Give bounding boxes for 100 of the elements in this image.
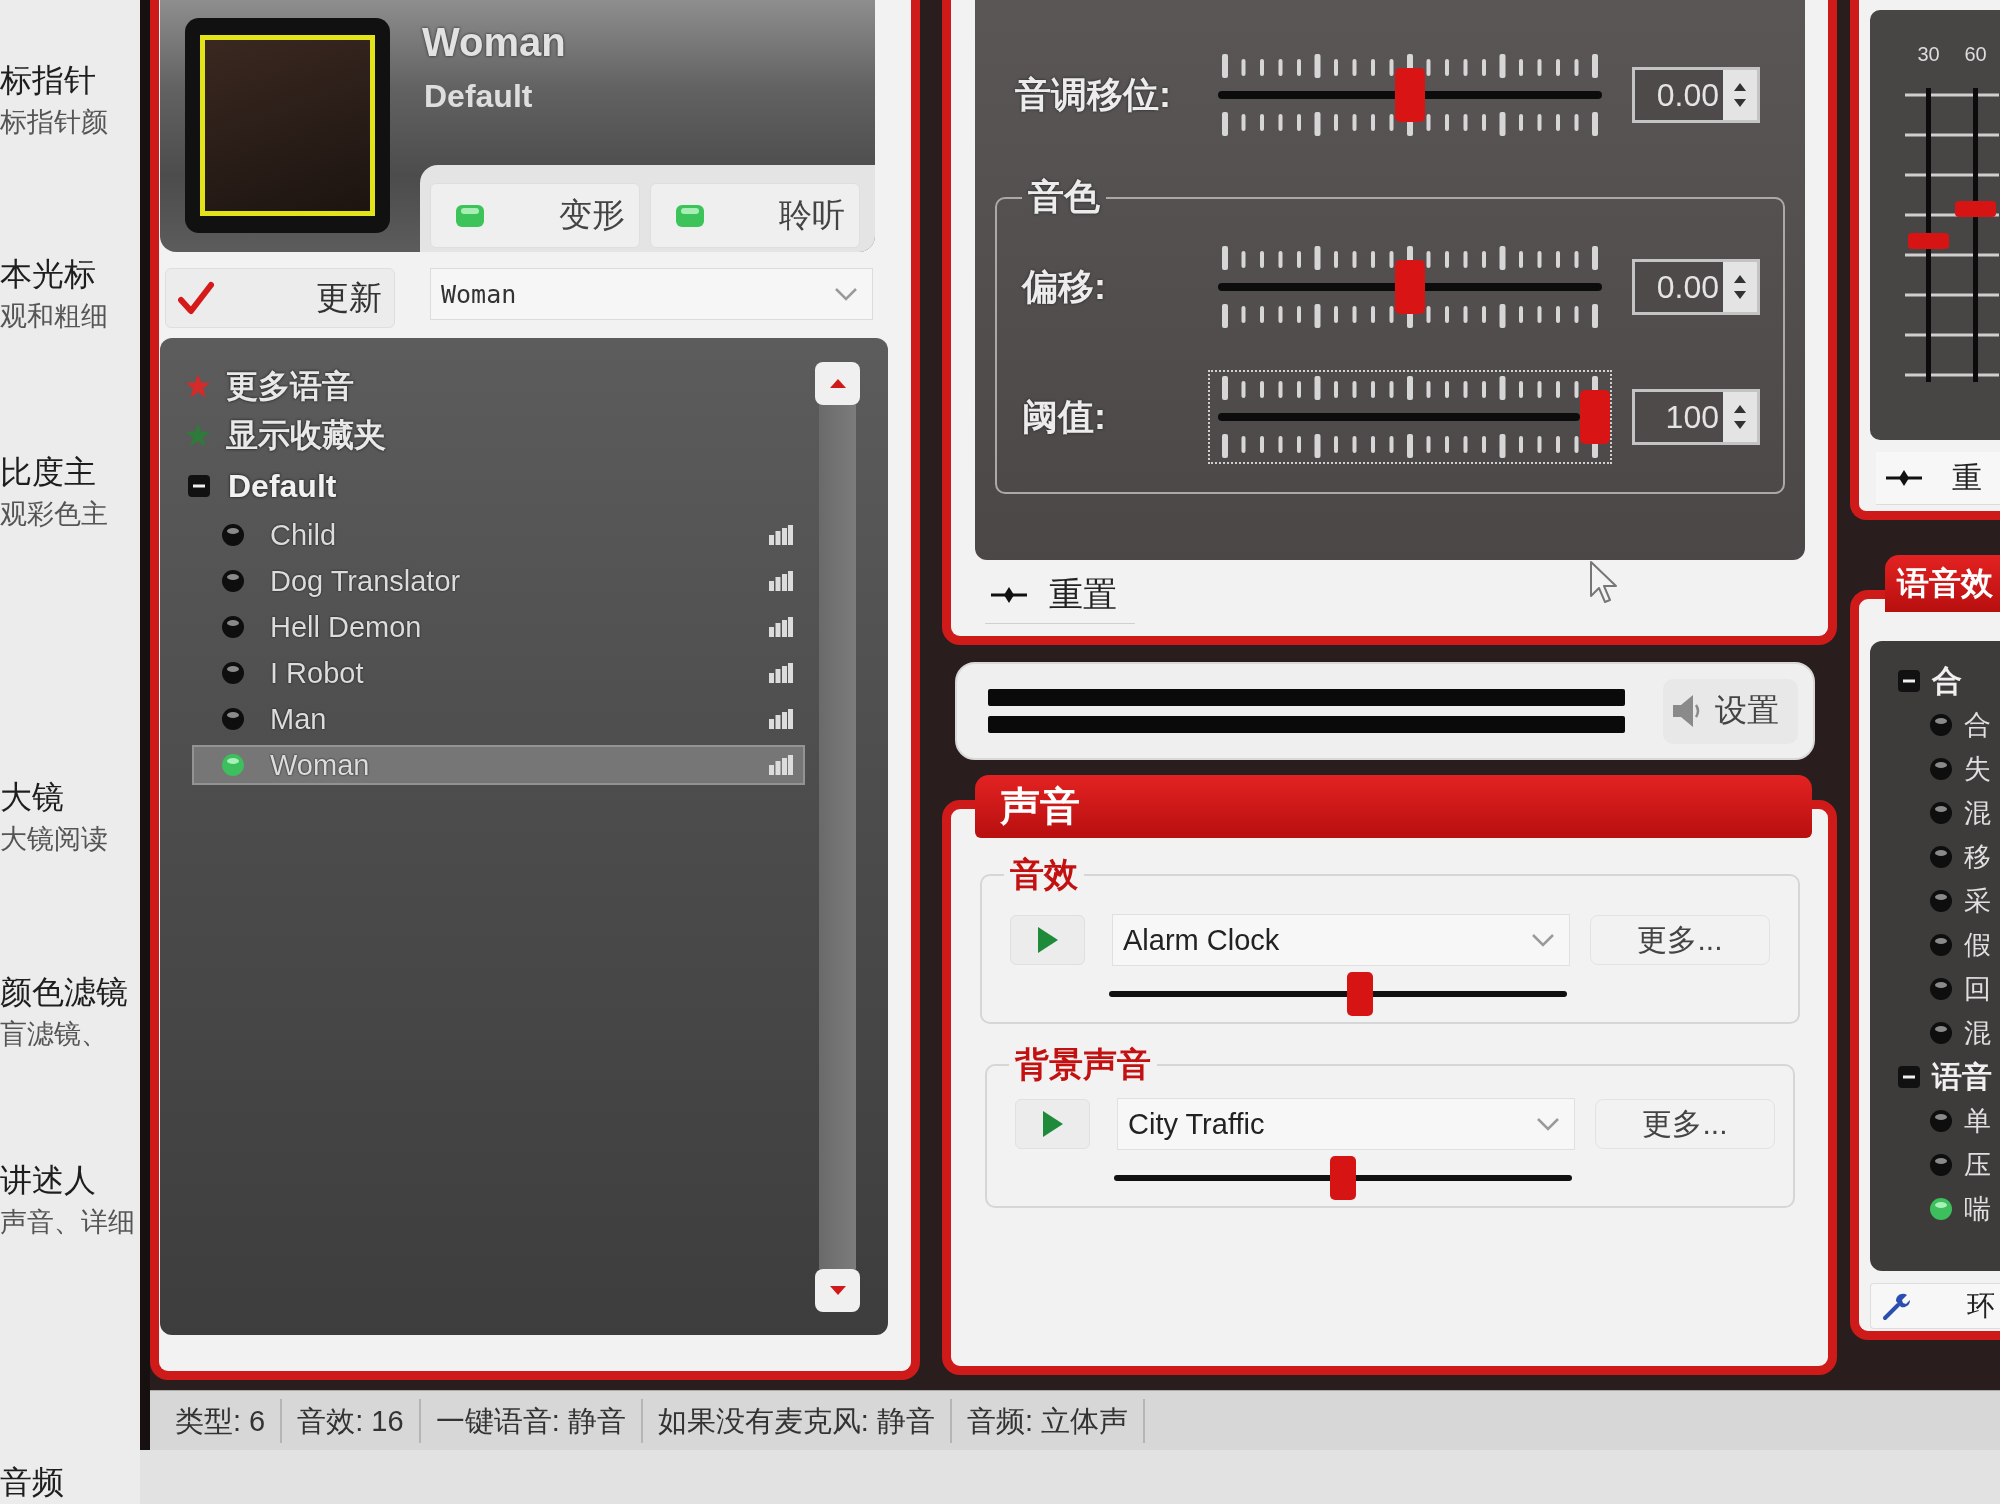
tree-group[interactable]: 合 — [1898, 659, 1962, 703]
signal-bars-icon — [769, 755, 793, 775]
bullet-icon — [1930, 890, 1952, 912]
slider-label: 偏移: — [1022, 264, 1107, 309]
voice-list-item[interactable]: Child — [192, 515, 805, 555]
setting-description: 声音、详细 — [0, 1206, 135, 1239]
effect-list-item[interactable]: 压 — [1930, 1143, 1991, 1187]
effect-list-item[interactable]: 喘 — [1930, 1187, 1991, 1231]
effect-list-item[interactable]: 采 — [1930, 879, 1991, 923]
bullet-icon — [1930, 1022, 1952, 1044]
slider-thumb[interactable] — [1908, 232, 1949, 249]
voice-list-item[interactable]: Man — [192, 699, 805, 739]
scroll-down-button[interactable] — [815, 1269, 860, 1312]
effect-list-item[interactable]: 合 — [1930, 703, 1991, 747]
scroll-up-button[interactable] — [815, 362, 860, 405]
play-button[interactable] — [1010, 915, 1085, 965]
group-label: 音效 — [1009, 854, 1079, 895]
sound-dropdown[interactable]: Alarm Clock — [1112, 914, 1570, 966]
collapse-icon[interactable] — [188, 475, 210, 497]
slider-thumb[interactable] — [1395, 68, 1425, 122]
signal-bars-icon — [769, 525, 793, 545]
bullet-icon — [1930, 978, 1952, 1000]
more-button[interactable]: 更多... — [1595, 1099, 1775, 1149]
bullet-icon — [222, 570, 244, 592]
setting-description: 盲滤镜、 — [0, 1018, 108, 1051]
voice-subtitle: Default — [424, 77, 533, 116]
effect-list-item[interactable]: 失 — [1930, 747, 1991, 791]
sound-dropdown[interactable]: City Traffic — [1117, 1098, 1575, 1150]
setting-description: 标指针颜 — [0, 106, 108, 139]
group-label: 背景声音 — [1014, 1044, 1152, 1085]
setting-description: 观彩色主 — [0, 498, 108, 531]
spin-box[interactable]: 0.00 — [1632, 259, 1760, 315]
spin-box[interactable]: 0.00 — [1632, 67, 1760, 123]
cursor-icon — [1589, 560, 1619, 604]
voice-dropdown[interactable]: Woman — [430, 268, 873, 320]
band-label: 30 — [1917, 42, 1940, 67]
spin-box[interactable]: 100 — [1632, 389, 1760, 445]
setting-title: 颜色滤镜 — [0, 973, 128, 1012]
effect-list-item[interactable]: 假 — [1930, 923, 1991, 967]
bullet-icon — [222, 616, 244, 638]
group-label: 音色 — [1027, 175, 1101, 219]
voice-list-item[interactable]: Hell Demon — [192, 607, 805, 647]
update-button[interactable]: 更新 — [165, 268, 395, 328]
spin-arrows-icon[interactable] — [1723, 70, 1757, 120]
slider-label: 音调移位: — [1015, 72, 1172, 117]
effect-list-item[interactable]: 混 — [1930, 791, 1991, 835]
tree-group[interactable]: Default — [188, 460, 337, 512]
voice-title: Woman — [422, 19, 566, 66]
setting-title: 本光标 — [0, 255, 96, 294]
play-icon — [1042, 1111, 1063, 1137]
slider-thumb[interactable] — [1395, 260, 1425, 314]
effect-list-item[interactable]: 混 — [1930, 1011, 1991, 1055]
caret-up-icon — [829, 379, 846, 388]
settings-button[interactable]: 设置 — [1663, 678, 1798, 744]
tool-button[interactable]: 环 — [1870, 1283, 2000, 1329]
setting-title: 讲述人 — [0, 1161, 96, 1200]
slider-track[interactable] — [1210, 372, 1610, 462]
section-header: 声音 — [975, 775, 1812, 838]
effect-list-item[interactable]: 单 — [1930, 1099, 1991, 1143]
status-text: 音频: 立体声 — [951, 1398, 1145, 1443]
spin-arrows-icon[interactable] — [1723, 262, 1757, 312]
status-text: 音效: 16 — [282, 1398, 421, 1443]
slider-thumb[interactable] — [1330, 1156, 1356, 1200]
slider-label: 阈值: — [1022, 394, 1107, 439]
slider-track[interactable] — [1109, 972, 1567, 1016]
play-button[interactable] — [1015, 1099, 1090, 1149]
voice-list-link[interactable]: 更多语音 — [185, 362, 354, 411]
spin-arrows-icon[interactable] — [1723, 392, 1757, 442]
scrollbar-track[interactable] — [819, 405, 856, 1269]
bullet-icon — [1930, 714, 1952, 736]
reset-button[interactable]: 重置 — [985, 566, 1135, 624]
collapse-icon[interactable] — [1898, 1066, 1920, 1088]
bullet-icon — [1930, 846, 1952, 868]
effect-list-item[interactable]: 回 — [1930, 967, 1991, 1011]
toggle-button[interactable]: 变形 — [430, 183, 640, 248]
voice-list-item[interactable]: I Robot — [192, 653, 805, 693]
tree-group[interactable]: 语音 — [1898, 1055, 1992, 1099]
voice-list-item[interactable]: Dog Translator — [192, 561, 805, 601]
bullet-icon — [1930, 1198, 1952, 1220]
reset-button[interactable]: 重 — [1876, 452, 2000, 505]
chevron-down-icon — [1536, 1117, 1560, 1131]
slider-track[interactable] — [1114, 1156, 1572, 1200]
collapse-icon[interactable] — [1898, 670, 1920, 692]
more-button[interactable]: 更多... — [1590, 915, 1770, 965]
section-header: 语音效 — [1885, 555, 2000, 612]
chevron-down-icon — [1531, 933, 1555, 947]
effect-list-item[interactable]: 移 — [1930, 835, 1991, 879]
slider-thumb[interactable] — [1346, 972, 1373, 1016]
setting-description: 观和粗细 — [0, 300, 108, 333]
bullet-icon — [1930, 1110, 1952, 1132]
toggle-button[interactable]: 聆听 — [650, 183, 860, 248]
slider-thumb[interactable] — [1580, 390, 1610, 444]
voice-list-link[interactable]: 显示收藏夹 — [185, 411, 386, 460]
speaker-icon — [1671, 693, 1701, 729]
status-text: 一键语音: 静音 — [420, 1398, 643, 1443]
chevron-down-icon — [834, 287, 858, 301]
bullet-icon — [222, 662, 244, 684]
slider-thumb[interactable] — [1955, 200, 1996, 217]
wrench-icon — [1881, 1291, 1911, 1321]
bullet-icon — [222, 754, 244, 776]
